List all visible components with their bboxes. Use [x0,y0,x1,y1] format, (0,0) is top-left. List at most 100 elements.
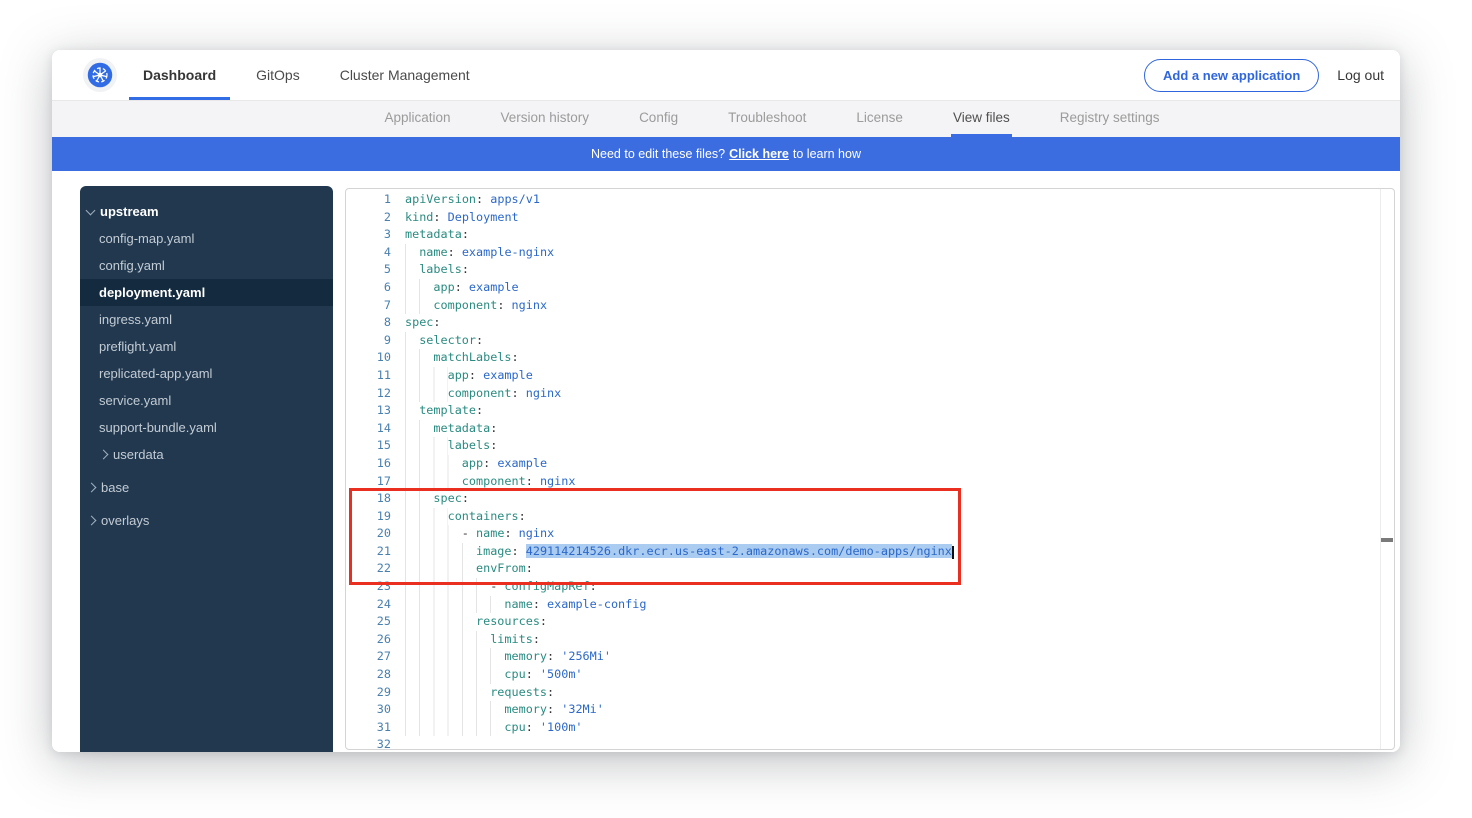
line-number: 20 [346,525,391,543]
code-line[interactable]: 16app: example [346,455,1379,473]
line-number: 31 [346,719,391,737]
code-line[interactable]: 19containers: [346,508,1379,526]
code-line[interactable]: 5labels: [346,261,1379,279]
code-line[interactable]: 14metadata: [346,420,1379,438]
code-line[interactable]: 3metadata: [346,226,1379,244]
indent-guides [405,437,448,455]
code-line[interactable]: 24name: example-config [346,596,1379,614]
code-token: app [462,456,483,470]
nav-item-dashboard[interactable]: Dashboard [129,50,230,100]
code-line[interactable]: 29 requests: [346,684,1379,702]
code-token: nginx [512,298,548,312]
tab-config[interactable]: Config [637,101,680,137]
code-text: labels: [405,261,1379,279]
nav-item-gitops[interactable]: GitOps [242,50,314,100]
code-text: app: example [405,367,1379,385]
code-text: matchLabels: [405,349,1379,367]
tab-registry-settings[interactable]: Registry settings [1058,101,1162,137]
code-line[interactable]: 8spec: [346,314,1379,332]
tab-troubleshoot[interactable]: Troubleshoot [726,101,808,137]
folder-base[interactable]: base [80,474,333,501]
tab-license[interactable]: License [854,101,905,137]
code-line[interactable]: 31cpu: '100m' [346,719,1379,737]
folder-overlays[interactable]: overlays [80,507,333,534]
indent-guides [405,560,476,578]
code-token: : [547,649,561,663]
code-text: - name: nginx [405,525,1379,543]
tab-version-history[interactable]: Version history [499,101,592,137]
code-token: configMapRef [504,579,589,593]
code-line[interactable]: 25resources: [346,613,1379,631]
code-line[interactable]: 22envFrom: [346,560,1379,578]
chevron-right-icon [87,516,97,526]
code-text: - configMapRef: [405,578,1379,596]
file-tree-item-support-bundle-yaml[interactable]: support-bundle.yaml [80,414,333,441]
file-tree-item-config-map-yaml[interactable]: config-map.yaml [80,225,333,252]
code-line[interactable]: 18spec: [346,490,1379,508]
file-tree-label: overlays [101,513,149,528]
file-tree-item-service-yaml[interactable]: service.yaml [80,387,333,414]
code-line[interactable]: 13template: [346,402,1379,420]
indent-guides [405,701,504,719]
file-tree-label: config-map.yaml [99,231,194,246]
code-token: : [469,368,483,382]
code-line[interactable]: 26limits: [346,631,1379,649]
code-line[interactable]: 10matchLabels: [346,349,1379,367]
code-line[interactable]: 12component: nginx [346,385,1379,403]
code-line[interactable]: 9selector: [346,332,1379,350]
code-line[interactable]: 30memory: '32Mi' [346,701,1379,719]
primary-nav: Dashboard GitOps Cluster Management [129,50,496,100]
code-token: spec [405,315,433,329]
banner-text-prefix: Need to edit these files? [591,147,725,161]
code-text: containers: [405,508,1379,526]
file-tree-item-preflight-yaml[interactable]: preflight.yaml [80,333,333,360]
file-tree-item-replicated-app-yaml[interactable]: replicated-app.yaml [80,360,333,387]
line-number: 14 [346,420,391,438]
code-editor[interactable]: 1apiVersion: apps/v12kind: Deployment3me… [345,188,1395,750]
banner-text-suffix: to learn how [793,147,861,161]
topnav-right: Add a new application Log out [1144,50,1400,100]
tab-view-files[interactable]: View files [951,101,1012,137]
file-tree-item-config-yaml[interactable]: config.yaml [80,252,333,279]
code-line[interactable]: 21image: 429114214526.dkr.ecr.us-east-2.… [346,543,1379,561]
folder-userdata[interactable]: userdata [80,441,333,468]
file-tree-item-ingress-yaml[interactable]: ingress.yaml [80,306,333,333]
nav-item-cluster-management[interactable]: Cluster Management [326,50,484,100]
code-line[interactable]: 7component: nginx [346,297,1379,315]
line-number: 7 [346,297,391,315]
code-line[interactable]: 20 - name: nginx [346,525,1379,543]
code-line[interactable]: 17component: nginx [346,473,1379,491]
add-new-application-button[interactable]: Add a new application [1144,59,1319,92]
line-number: 11 [346,367,391,385]
code-token: resources [476,614,540,628]
folder-upstream[interactable]: upstream [80,198,333,225]
code-line[interactable]: 4name: example-nginx [346,244,1379,262]
indent-guides [405,385,448,403]
banner-click-here-link[interactable]: Click here [729,147,789,161]
line-number: 29 [346,684,391,702]
code-token: nginx [540,474,576,488]
line-number: 25 [346,613,391,631]
code-token: : [448,245,462,259]
code-line[interactable]: 23- configMapRef: [346,578,1379,596]
indent-guides [405,684,490,702]
logout-button[interactable]: Log out [1337,67,1384,83]
tab-application[interactable]: Application [382,101,452,137]
editor-scrollbar-thumb[interactable] [1381,538,1393,542]
indent-guides [405,473,462,491]
code-line[interactable]: 27memory: '256Mi' [346,648,1379,666]
code-line[interactable]: 1apiVersion: apps/v1 [346,191,1379,209]
code-line[interactable]: 32 [346,736,1379,750]
code-line[interactable]: 28cpu: '500m' [346,666,1379,684]
indent-guides [405,332,419,350]
code-text: requests: [405,684,1379,702]
code-line[interactable]: 2kind: Deployment [346,209,1379,227]
file-tree-item-deployment-yaml[interactable]: deployment.yaml [80,279,333,306]
indent-guides [405,420,433,438]
code-line[interactable]: 15labels: [346,437,1379,455]
code-line[interactable]: 11 app: example [346,367,1379,385]
line-number: 15 [346,437,391,455]
indent-guides [405,261,419,279]
code-line[interactable]: 6app: example [346,279,1379,297]
code-token: component [433,298,497,312]
